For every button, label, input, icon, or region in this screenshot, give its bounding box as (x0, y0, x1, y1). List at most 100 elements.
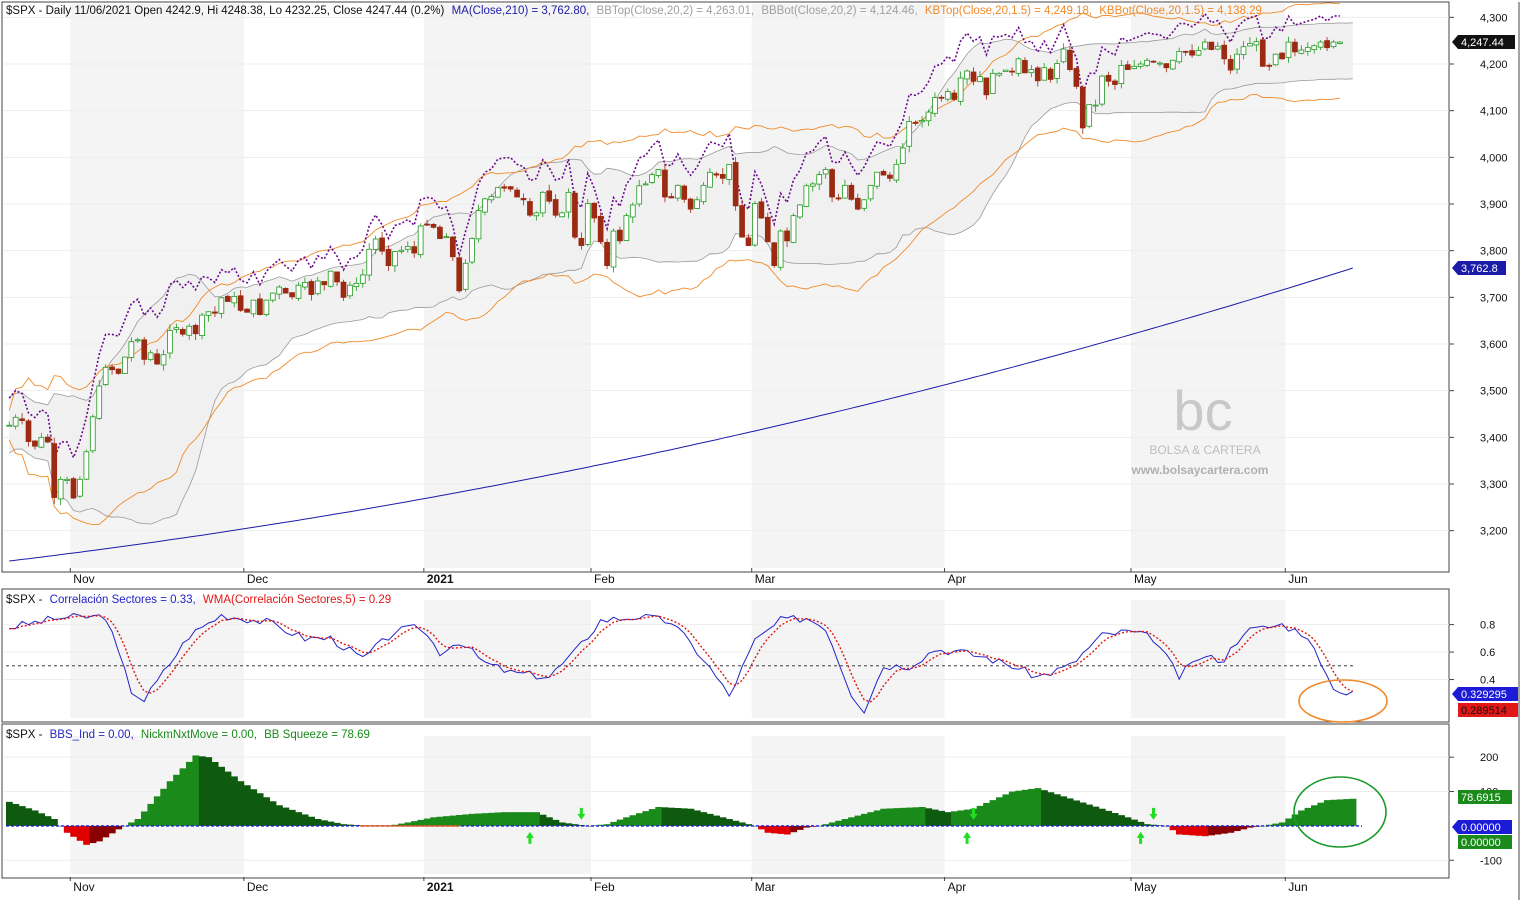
bbs-bar-65 (423, 818, 431, 826)
bbs-bar-141 (912, 807, 920, 826)
candle-body-161 (1041, 67, 1048, 81)
candle-body-68 (443, 236, 450, 239)
month-label-5-0: Apr (948, 572, 967, 586)
bbs-bar-80 (520, 812, 528, 826)
bbs-bar-207 (1336, 799, 1344, 826)
kbtop-legend: KBTop(Close,20,1.5) = 4,249.18, (925, 5, 1092, 17)
candle-body-194 (1253, 41, 1260, 46)
candle-body-99 (642, 183, 649, 186)
bbs-bar-119 (771, 825, 778, 834)
month-shade-1-5 (751, 600, 945, 718)
bbs-bar-43 (282, 807, 290, 826)
watermark-logo: bc (1173, 379, 1232, 442)
candle-body-56 (366, 248, 373, 276)
bbs-bar-39 (256, 793, 264, 826)
candle-body-111 (719, 174, 726, 179)
candle-body-94 (610, 230, 617, 268)
candle-body-18 (122, 356, 128, 374)
bbs-bar-12 (83, 825, 90, 845)
bbs-bar-47 (308, 816, 315, 826)
candle-body-42 (276, 286, 283, 295)
price-ytick-label-10: 4,200 (1480, 59, 1508, 71)
bbs-bar-78 (507, 812, 515, 826)
bbs-bar-172 (1111, 813, 1119, 826)
candle-body-184 (1189, 50, 1195, 56)
candle-body-22 (147, 352, 154, 360)
candle-body-5 (38, 436, 45, 448)
candle-body-156 (1009, 70, 1015, 73)
candle-body-172 (1112, 80, 1118, 85)
bbs-bar-143 (925, 808, 933, 826)
candle-body-160 (1034, 67, 1041, 82)
bbs-bar-27 (179, 768, 187, 826)
month-label-0-1: Nov (73, 880, 94, 894)
bbs-bar-182 (1176, 825, 1183, 835)
candle-body-43 (282, 288, 289, 294)
bbs-bar-137 (886, 808, 894, 826)
candle-body-24 (160, 354, 167, 366)
candle-body-92 (597, 215, 604, 243)
candle-body-126 (816, 174, 823, 185)
candle-body-171 (1105, 74, 1112, 82)
badge-nick: 0.00000 (1458, 835, 1512, 849)
bbs-bar-21 (141, 811, 148, 826)
candle-body-188 (1214, 45, 1221, 50)
badge-ma: 3,762.8 (1452, 261, 1506, 275)
bbs-bar-199 (1285, 818, 1293, 826)
bbs-bar-22 (147, 803, 155, 826)
month-label-3-1: Feb (594, 880, 615, 894)
candle-body-98 (636, 185, 643, 205)
candle-body-64 (417, 225, 424, 256)
bbs-bar-155 (1002, 794, 1010, 826)
bbs-bar-130 (841, 819, 849, 826)
bbs-bar-167 (1079, 802, 1087, 826)
candle-body-110 (713, 173, 720, 176)
candle-body-45 (295, 284, 302, 299)
bbs-bar-175 (1131, 819, 1138, 826)
candle-body-47 (308, 281, 315, 295)
bbs-bar-5 (38, 813, 45, 826)
candle-body-90 (584, 203, 591, 245)
candle-body-51 (334, 271, 340, 283)
candle-body-118 (764, 216, 771, 243)
month-label-7-1: Jun (1288, 880, 1307, 894)
bbs-bar-202 (1304, 807, 1312, 826)
candle-body-48 (314, 280, 321, 295)
candle-body-165 (1067, 49, 1073, 71)
candle-body-27 (179, 329, 186, 335)
candle-body-182 (1176, 51, 1183, 63)
candle-body-39 (257, 298, 263, 315)
bbs-bar-184 (1188, 825, 1196, 836)
bbs-bar-163 (1053, 794, 1061, 826)
candle-body-158 (1022, 59, 1028, 74)
bbs-bar-75 (488, 812, 495, 826)
month-label-0-0: Nov (73, 572, 94, 586)
candle-body-137 (887, 174, 893, 179)
candle-body-97 (629, 204, 636, 218)
bbs-bar-134 (867, 812, 875, 826)
bbs-bar-11 (76, 825, 84, 841)
bbs-bar-161 (1041, 790, 1048, 826)
candle-body-73 (475, 210, 482, 240)
month-label-1-1: Dec (247, 880, 268, 894)
candle-body-167 (1079, 86, 1086, 129)
candle-body-190 (1227, 59, 1234, 71)
candle-body-40 (263, 299, 270, 316)
bbs-bar-4 (31, 810, 39, 826)
bbs-bar-76 (494, 812, 502, 826)
candle-body-23 (154, 353, 160, 365)
bbtop-legend: BBTop(Close,20,2) = 4,263.01, (597, 5, 755, 17)
bbs-bar-122 (790, 825, 798, 833)
wma-legend: WMA(Correlación Sectores,5) = 0.29 (203, 594, 391, 606)
month-label-6-1: May (1134, 880, 1157, 894)
candle-body-177 (1144, 59, 1150, 66)
candle-body-10 (70, 478, 77, 499)
bbs-bar-108 (700, 812, 708, 826)
bbs-bar-36 (237, 781, 245, 826)
kbbot-legend: KBBot(Close,20,1.5) = 4,138.29 (1099, 5, 1262, 17)
bbs-bar-68 (443, 816, 450, 826)
candle-body-87 (565, 191, 572, 213)
bbs-bar-42 (276, 805, 283, 826)
bbs-bar-132 (854, 815, 862, 826)
bbs-bar-0 (6, 801, 13, 826)
